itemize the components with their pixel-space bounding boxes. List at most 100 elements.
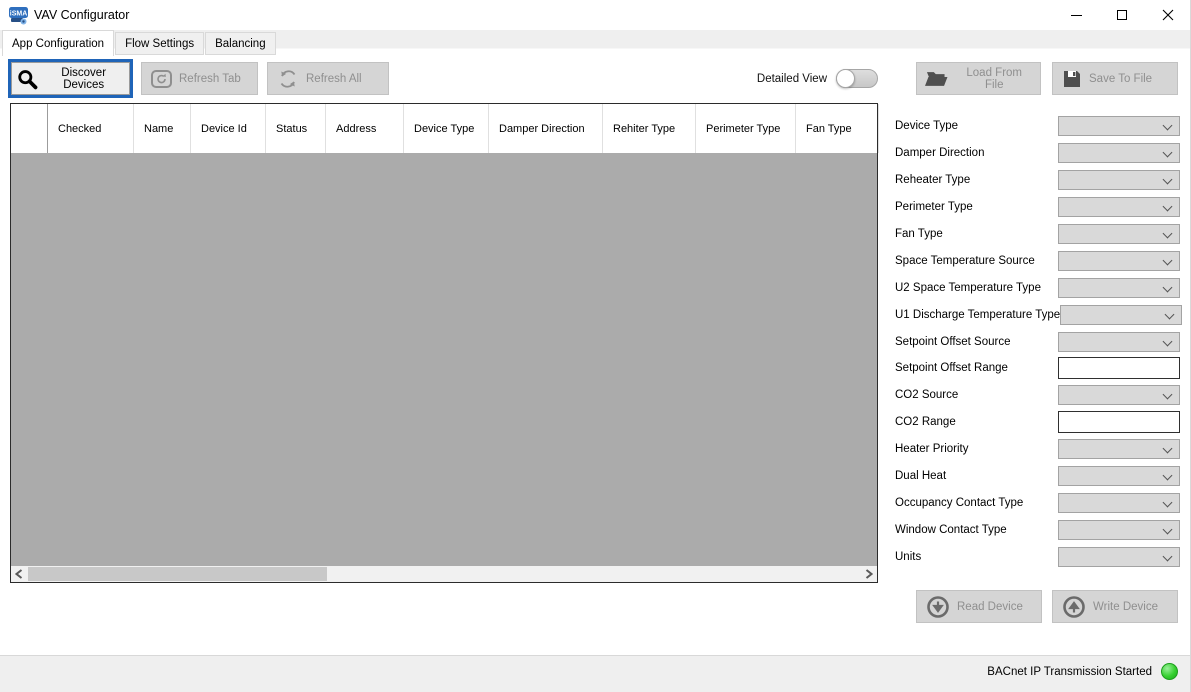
field-row-setpoint-offset-source: Setpoint Offset Source	[895, 328, 1180, 355]
refresh-tab-label: Refresh Tab	[179, 73, 241, 85]
window-controls	[1053, 0, 1191, 30]
close-icon	[1162, 9, 1174, 21]
discover-devices-label: Discover Devices	[42, 67, 125, 91]
window-title: VAV Configurator	[34, 0, 129, 30]
status-bar: BACnet IP Transmission Started	[0, 655, 1191, 692]
dropdown-perimeter-type[interactable]	[1058, 197, 1180, 217]
dropdown-occupancy-contact-type[interactable]	[1058, 493, 1180, 513]
save-to-file-button[interactable]: Save To File	[1052, 62, 1178, 95]
field-label-dual-heat: Dual Heat	[895, 470, 946, 482]
refresh-all-icon	[276, 67, 300, 91]
column-header-status[interactable]: Status	[266, 104, 326, 153]
dropdown-co2-source[interactable]	[1058, 385, 1180, 405]
load-from-file-label: Load From File	[956, 67, 1032, 91]
field-label-u2-space-temperature-type: U2 Space Temperature Type	[895, 282, 1041, 294]
save-to-file-label: Save To File	[1089, 73, 1152, 85]
chevron-down-icon	[1163, 282, 1173, 292]
field-row-device-type: Device Type	[895, 113, 1180, 140]
dropdown-damper-direction[interactable]	[1058, 143, 1180, 163]
field-row-setpoint-offset-range: Setpoint Offset Range	[895, 355, 1180, 382]
column-header-address[interactable]: Address	[326, 104, 404, 153]
column-header-name[interactable]: Name	[134, 104, 191, 153]
discover-devices-button[interactable]: Discover Devices	[11, 62, 130, 95]
load-from-file-button[interactable]: Load From File	[916, 62, 1041, 95]
dropdown-heater-priority[interactable]	[1058, 439, 1180, 459]
tab-balancing[interactable]: Balancing	[205, 32, 276, 55]
field-row-heater-priority: Heater Priority	[895, 436, 1180, 463]
dropdown-units[interactable]	[1058, 547, 1180, 567]
title-bar: iSMA VAV Configurator	[0, 0, 1191, 30]
close-button[interactable]	[1145, 0, 1191, 30]
field-label-occupancy-contact-type: Occupancy Contact Type	[895, 497, 1023, 509]
input-setpoint-offset-range[interactable]	[1058, 357, 1180, 379]
field-label-u1-discharge-temperature-type: U1 Discharge Temperature Type	[895, 309, 1060, 321]
scroll-left-button[interactable]	[11, 566, 27, 582]
field-label-fan-type: Fan Type	[895, 228, 943, 240]
column-header-rehiter-type[interactable]: Rehiter Type	[603, 104, 696, 153]
column-header-fan-type[interactable]: Fan Type	[796, 104, 879, 153]
field-label-units: Units	[895, 551, 921, 563]
field-label-perimeter-type: Perimeter Type	[895, 201, 973, 213]
tab-app-configuration[interactable]: App Configuration	[2, 30, 114, 56]
column-header-damper-direction[interactable]: Damper Direction	[489, 104, 603, 153]
config-panel: Device Type Damper Direction Reheater Type…	[895, 113, 1180, 570]
dropdown-setpoint-offset-source[interactable]	[1058, 332, 1180, 352]
chevron-down-icon	[1163, 255, 1173, 265]
field-label-heater-priority: Heater Priority	[895, 443, 969, 455]
dropdown-fan-type[interactable]	[1058, 224, 1180, 244]
dropdown-device-type[interactable]	[1058, 116, 1180, 136]
refresh-all-button[interactable]: Refresh All	[267, 62, 389, 95]
dropdown-dual-heat[interactable]	[1058, 466, 1180, 486]
input-co2-range[interactable]	[1058, 411, 1180, 433]
minimize-button[interactable]	[1053, 0, 1099, 30]
grid-body-empty	[11, 153, 877, 566]
dropdown-reheater-type[interactable]	[1058, 170, 1180, 190]
field-row-space-temperature-source: Space Temperature Source	[895, 247, 1180, 274]
refresh-tab-button[interactable]: Refresh Tab	[141, 62, 258, 95]
chevron-down-icon	[1163, 551, 1173, 561]
field-row-units: Units	[895, 543, 1180, 570]
tab-label: Flow Settings	[125, 38, 194, 50]
field-row-reheater-type: Reheater Type	[895, 167, 1180, 194]
chevron-down-icon	[1163, 175, 1173, 185]
field-row-window-contact-type: Window Contact Type	[895, 516, 1180, 543]
detailed-view-toggle[interactable]	[836, 69, 878, 88]
maximize-button[interactable]	[1099, 0, 1145, 30]
field-label-damper-direction: Damper Direction	[895, 147, 984, 159]
tab-flow-settings[interactable]: Flow Settings	[115, 32, 204, 55]
detailed-view-control: Detailed View	[744, 62, 878, 95]
minimize-icon	[1071, 15, 1082, 16]
column-header-perimeter-type[interactable]: Perimeter Type	[696, 104, 796, 153]
chevron-down-icon	[1163, 524, 1173, 534]
field-row-fan-type: Fan Type	[895, 221, 1180, 248]
write-device-button[interactable]: Write Device	[1052, 590, 1178, 623]
field-row-damper-direction: Damper Direction	[895, 140, 1180, 167]
scroll-right-button[interactable]	[861, 566, 877, 582]
discover-devices-focus-ring: Discover Devices	[8, 59, 133, 98]
horizontal-scrollbar[interactable]	[11, 566, 877, 582]
refresh-tab-icon	[150, 68, 173, 89]
upload-circle-icon	[1062, 595, 1086, 619]
dropdown-u1-discharge-temperature-type[interactable]	[1060, 305, 1182, 325]
column-header-checked[interactable]: Checked	[48, 104, 134, 153]
maximize-icon	[1117, 10, 1127, 20]
field-label-device-type: Device Type	[895, 120, 958, 132]
chevron-down-icon	[1163, 202, 1173, 212]
tab-label: Balancing	[215, 38, 266, 50]
dropdown-space-temperature-source[interactable]	[1058, 251, 1180, 271]
chevron-down-icon	[1163, 121, 1173, 131]
field-label-setpoint-offset-source: Setpoint Offset Source	[895, 336, 1011, 348]
search-icon	[16, 67, 38, 91]
chevron-down-icon	[1163, 229, 1173, 239]
chevron-down-icon	[1163, 336, 1173, 346]
read-device-button[interactable]: Read Device	[916, 590, 1042, 623]
device-grid: CheckedNameDevice IdStatusAddressDevice …	[10, 103, 878, 583]
chevron-down-icon	[1163, 497, 1173, 507]
scrollbar-thumb[interactable]	[28, 567, 327, 581]
column-header-row-selector[interactable]	[11, 104, 48, 153]
dropdown-u2-space-temperature-type[interactable]	[1058, 278, 1180, 298]
column-header-device-type[interactable]: Device Type	[404, 104, 489, 153]
tab-strip: App Configuration Flow Settings Balancin…	[0, 30, 1191, 56]
column-header-device-id[interactable]: Device Id	[191, 104, 266, 153]
dropdown-window-contact-type[interactable]	[1058, 520, 1180, 540]
